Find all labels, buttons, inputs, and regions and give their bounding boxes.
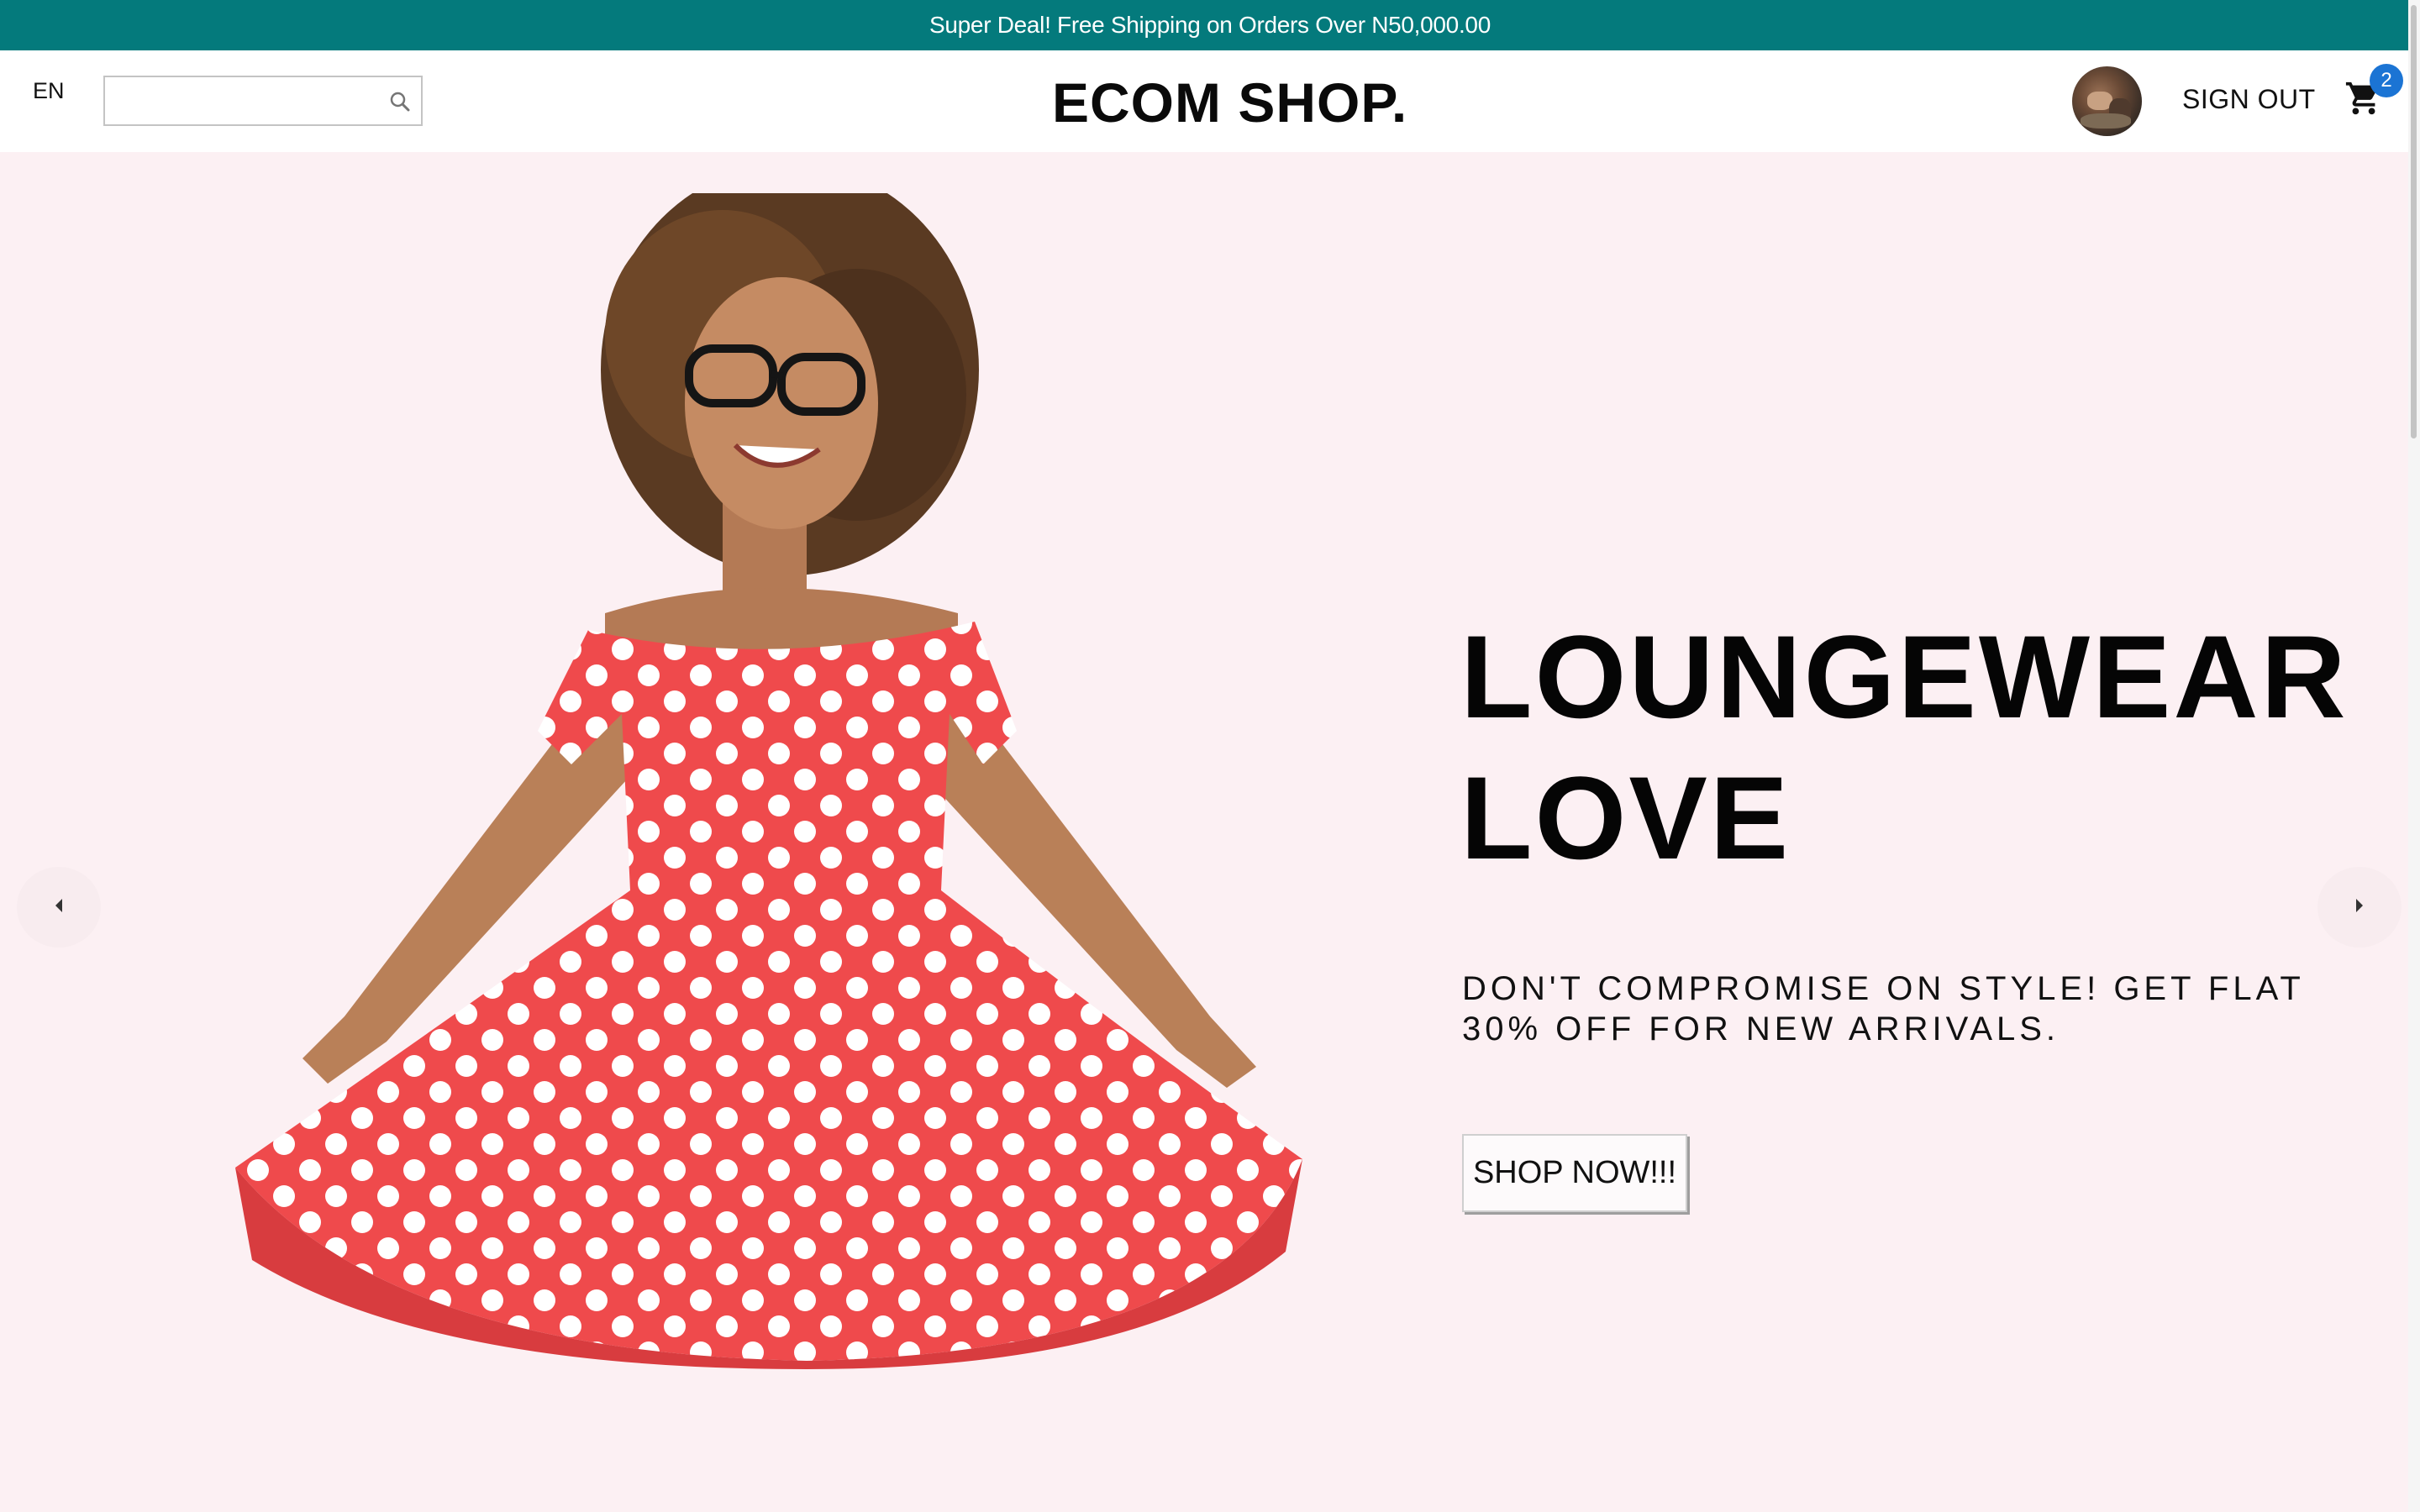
avatar[interactable] — [2072, 66, 2142, 136]
language-selector[interactable]: EN — [33, 78, 65, 104]
promo-banner: Super Deal! Free Shipping on Orders Over… — [0, 0, 2420, 50]
hero-model-image — [235, 193, 1302, 1369]
hero-subtitle-line: 30% OFF FOR NEW ARRIVALS. — [1462, 1011, 2060, 1047]
hero-title-line: LOUNGEWEAR — [1460, 611, 2349, 743]
sign-out-link[interactable]: SIGN OUT — [2182, 84, 2316, 115]
chevron-left-icon — [50, 897, 67, 918]
shop-now-button[interactable]: SHOP NOW!!! — [1462, 1134, 1687, 1212]
promo-text: Super Deal! Free Shipping on Orders Over… — [929, 12, 1491, 38]
hero-subtitle: DON'T COMPROMISE ON STYLE! GET FLAT 30% … — [1462, 969, 2319, 1049]
carousel-prev-button[interactable] — [17, 867, 101, 948]
carousel-next-button[interactable] — [2317, 867, 2402, 948]
search-box — [103, 76, 423, 126]
search-input[interactable] — [105, 77, 374, 124]
hero-title-line: LOVE — [1460, 752, 1791, 884]
cart-count-badge: 2 — [2370, 64, 2403, 97]
site-logo[interactable]: ECOM SHOP. — [1052, 71, 1407, 134]
hero-subtitle-line: DON'T COMPROMISE ON STYLE! GET FLAT — [1462, 970, 2305, 1007]
scrollbar-thumb[interactable] — [2411, 5, 2417, 438]
site-header: EN ECOM SHOP. SIGN OUT 2 — [0, 50, 2420, 152]
chevron-right-icon — [2351, 897, 2368, 918]
search-icon[interactable] — [387, 89, 413, 114]
page-scrollbar[interactable] — [2408, 0, 2420, 1512]
hero-title: LOUNGEWEAR LOVE — [1460, 606, 2349, 889]
